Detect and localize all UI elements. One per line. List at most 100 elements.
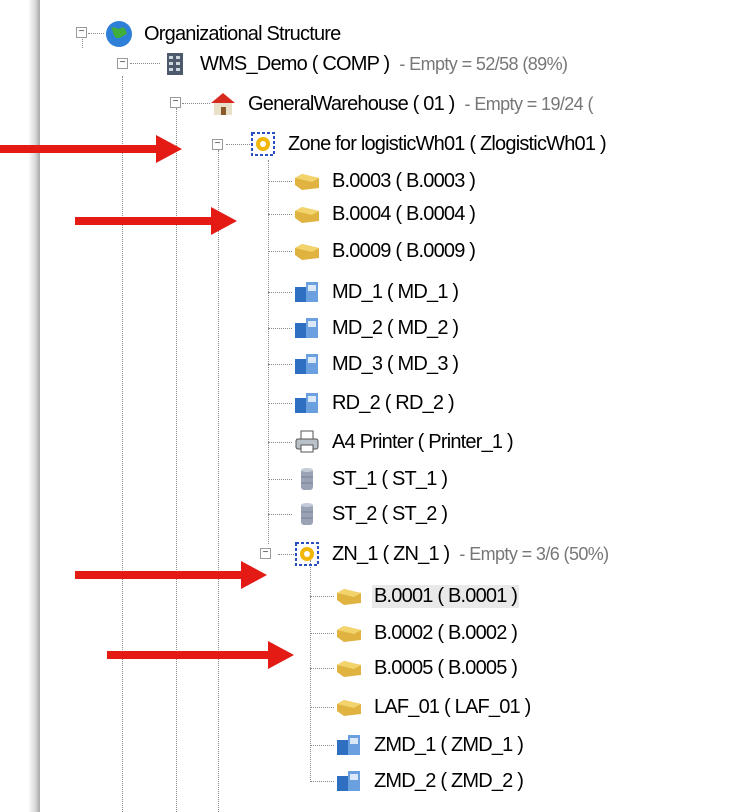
tree-connector	[88, 33, 104, 34]
tree-connector	[268, 403, 292, 404]
tree-connector	[268, 479, 292, 480]
node-suffix: - Empty = 19/24 (	[464, 93, 594, 114]
tree-connector	[268, 251, 292, 252]
tree-connector	[310, 707, 334, 708]
bin-icon	[337, 700, 361, 716]
bin-icon	[337, 661, 361, 677]
node-label: ST_1 ( ST_1 )	[332, 467, 448, 490]
annotation-arrow	[0, 135, 182, 163]
zone-icon	[251, 132, 275, 156]
annotation-arrow	[107, 641, 294, 669]
collapse-toggle[interactable]: −	[117, 58, 128, 69]
tree-node-b0009[interactable]: B.0009 ( B.0009 )	[292, 235, 485, 267]
node-label: B.0003 ( B.0003 )	[332, 169, 476, 192]
tree-node-md-3[interactable]: MD_3 ( MD_3 )	[292, 348, 468, 380]
tree-node-zmd-1[interactable]: ZMD_1 ( ZMD_1 )	[334, 729, 533, 761]
tree-node-wms-demo[interactable]: WMS_Demo ( COMP ) - Empty = 52/58 (89%)	[160, 48, 568, 80]
node-label: ST_2 ( ST_2 )	[332, 502, 448, 525]
tree-connector	[268, 292, 292, 293]
globe-icon	[106, 21, 132, 47]
node-label: Organizational Structure	[144, 22, 341, 45]
collapse-toggle[interactable]: −	[76, 27, 87, 38]
tree-connector	[176, 108, 177, 812]
tree-node-generalwarehouse[interactable]: GeneralWarehouse ( 01 ) - Empty = 19/24 …	[208, 88, 594, 120]
tree-connector	[268, 328, 292, 329]
tree-node-b0004[interactable]: B.0004 ( B.0004 )	[292, 198, 485, 230]
tree-node-md-2[interactable]: MD_2 ( MD_2 )	[292, 312, 468, 344]
tree-node-zmd-2[interactable]: ZMD_2 ( ZMD_2 )	[334, 765, 533, 797]
bin-icon	[295, 207, 319, 223]
node-label: ZMD_1 ( ZMD_1 )	[374, 733, 524, 756]
organizational-structure-tree: − − − − − Organizational Structure WMS_D…	[0, 0, 742, 812]
tree-node-b0001[interactable]: B.0001 ( B.0001 )	[334, 580, 527, 612]
mobile-device-icon	[295, 282, 318, 302]
tree-connector	[226, 144, 250, 145]
tree-node-a4-printer[interactable]: A4 Printer ( Printer_1 )	[292, 426, 523, 458]
tree-connector	[310, 633, 334, 634]
storage-icon	[301, 503, 313, 525]
annotation-arrow	[75, 207, 237, 235]
tree-node-rd-2[interactable]: RD_2 ( RD_2 )	[292, 387, 464, 419]
tree-connector	[182, 103, 210, 104]
bin-icon	[337, 589, 361, 605]
collapse-toggle[interactable]: −	[170, 97, 181, 108]
node-label: GeneralWarehouse ( 01 )	[248, 92, 455, 115]
node-suffix: - Empty = 3/6 (50%)	[459, 543, 609, 564]
node-label: B.0002 ( B.0002 )	[374, 621, 518, 644]
tree-connector	[268, 514, 292, 515]
node-label: MD_2 ( MD_2 )	[332, 316, 459, 339]
node-label: MD_1 ( MD_1 )	[332, 280, 459, 303]
node-label: MD_3 ( MD_3 )	[332, 352, 459, 375]
node-label: WMS_Demo ( COMP )	[200, 52, 390, 75]
node-label: ZMD_2 ( ZMD_2 )	[374, 769, 524, 792]
tree-connector	[268, 160, 269, 544]
mobile-device-icon	[337, 735, 360, 755]
building-icon	[167, 53, 183, 75]
tree-node-md-1[interactable]: MD_1 ( MD_1 )	[292, 276, 468, 308]
collapse-toggle[interactable]: −	[212, 139, 223, 150]
node-label: A4 Printer ( Printer_1 )	[332, 430, 514, 453]
bin-icon	[295, 244, 319, 260]
tree-connector	[218, 150, 219, 812]
node-label: LAF_01 ( LAF_01 )	[374, 695, 531, 718]
tree-connector	[310, 596, 334, 597]
tree-node-organizational-structure[interactable]: Organizational Structure	[104, 18, 350, 50]
mobile-device-icon	[337, 771, 360, 791]
node-label: B.0005 ( B.0005 )	[374, 656, 518, 679]
tree-connector	[122, 76, 123, 812]
tree-node-b0003[interactable]: B.0003 ( B.0003 )	[292, 165, 485, 197]
storage-icon	[301, 468, 313, 490]
warehouse-icon	[211, 93, 235, 115]
tree-connector	[310, 781, 334, 782]
tree-connector	[268, 181, 292, 182]
tree-node-zone-logisticwh01[interactable]: Zone for logisticWh01 ( ZlogisticWh01 )	[248, 128, 616, 160]
bin-icon	[295, 174, 319, 190]
node-suffix: - Empty = 52/58 (89%)	[399, 53, 568, 74]
annotation-arrow	[75, 561, 267, 589]
tree-connector	[268, 214, 292, 215]
node-label: B.0009 ( B.0009 )	[332, 239, 476, 262]
node-label: RD_2 ( RD_2 )	[332, 391, 455, 414]
node-label: B.0004 ( B.0004 )	[332, 202, 476, 225]
tree-connector	[130, 63, 160, 64]
zone-icon	[295, 542, 319, 566]
tree-node-zn-1[interactable]: ZN_1 ( ZN_1 ) - Empty = 3/6 (50%)	[292, 538, 609, 570]
node-label: B.0001 ( B.0001 )	[372, 584, 520, 608]
mobile-device-icon	[295, 318, 318, 338]
tree-node-laf-01[interactable]: LAF_01 ( LAF_01 )	[334, 691, 541, 723]
tree-connector	[268, 364, 292, 365]
collapse-toggle[interactable]: −	[260, 548, 271, 559]
node-label: ZN_1 ( ZN_1 )	[332, 542, 450, 565]
tree-connector	[310, 560, 311, 782]
tree-connector	[310, 668, 334, 669]
tree-node-b0002[interactable]: B.0002 ( B.0002 )	[334, 617, 527, 649]
tree-node-st-1[interactable]: ST_1 ( ST_1 )	[292, 463, 457, 495]
node-label: Zone for logisticWh01 ( ZlogisticWh01 )	[288, 132, 607, 155]
mobile-device-icon	[295, 393, 318, 413]
printer-icon	[295, 430, 319, 453]
mobile-device-icon	[295, 354, 318, 374]
tree-node-b0005[interactable]: B.0005 ( B.0005 )	[334, 652, 527, 684]
tree-connector	[310, 745, 334, 746]
tree-node-st-2[interactable]: ST_2 ( ST_2 )	[292, 498, 457, 530]
bin-icon	[337, 626, 361, 642]
